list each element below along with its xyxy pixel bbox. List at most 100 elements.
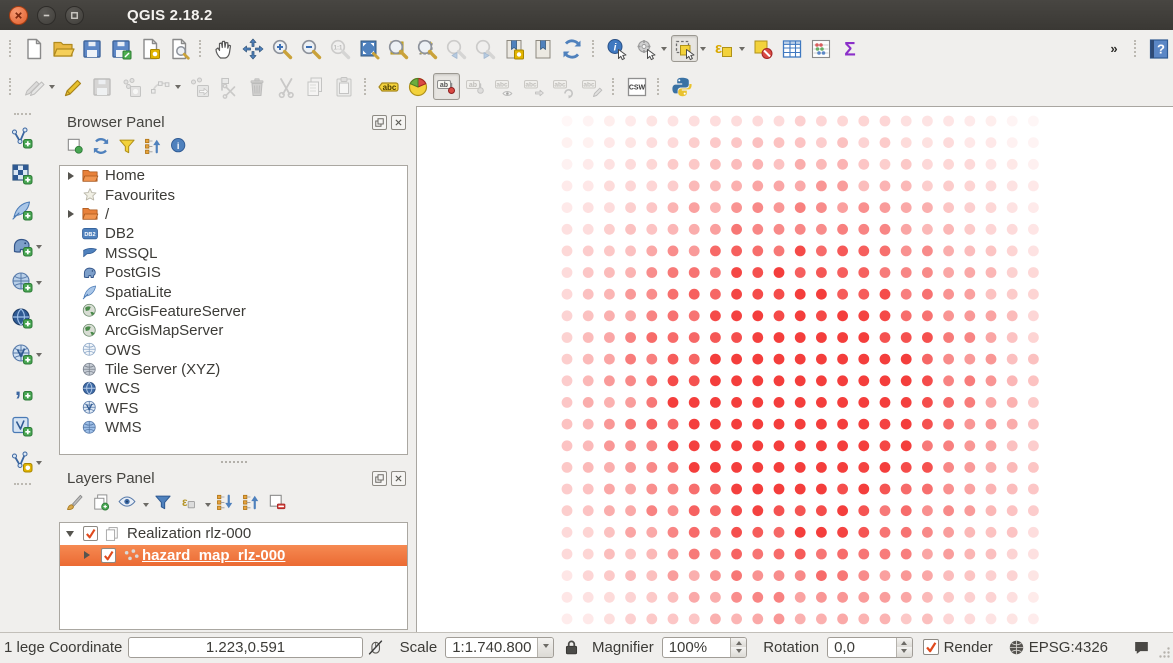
refresh-browser-button[interactable]	[91, 136, 115, 160]
deselect-all-button[interactable]	[749, 35, 776, 62]
browser-item-[interactable]: /	[60, 205, 407, 224]
window-close-button[interactable]	[9, 6, 28, 25]
python-console-button[interactable]	[668, 73, 695, 100]
expander-icon[interactable]	[84, 551, 97, 559]
toolbar-handle[interactable]	[14, 113, 31, 117]
resize-grip[interactable]	[1158, 646, 1171, 659]
show-bookmarks-button[interactable]	[529, 35, 556, 62]
new-layer-dropdown[interactable]	[36, 461, 42, 468]
pan-to-selection-button[interactable]	[239, 35, 266, 62]
pin-labels-button[interactable]: ab	[433, 73, 460, 100]
layer-labeling-button[interactable]: abc	[375, 73, 402, 100]
composer-manager-button[interactable]	[165, 35, 192, 62]
filter-by-expression-dropdown[interactable]	[205, 503, 211, 510]
new-layer-button[interactable]	[8, 449, 35, 476]
add-wcs-layer-button[interactable]	[8, 305, 35, 332]
browser-item-db2[interactable]: DB2DB2	[60, 224, 407, 243]
coordinate-input[interactable]	[128, 637, 362, 658]
refresh-button[interactable]	[558, 35, 585, 62]
browser-item-mssql[interactable]: MSSQL	[60, 244, 407, 263]
expander-icon[interactable]	[68, 172, 81, 180]
select-by-expression-button[interactable]: ε	[710, 35, 737, 62]
metasearch-csw-button[interactable]: CSW	[623, 73, 650, 100]
select-features-button[interactable]	[671, 35, 698, 62]
add-delimited-text-layer-button[interactable]: ,	[8, 377, 35, 404]
crs-status-icon[interactable]	[1007, 638, 1026, 657]
layers-panel-float-button[interactable]	[372, 471, 387, 486]
layer-row-hazard-map[interactable]: hazard_map_rlz-000	[60, 545, 407, 567]
layer-visibility-checkbox[interactable]	[101, 548, 116, 563]
zoom-to-layer-button[interactable]	[384, 35, 411, 62]
node-tool-dropdown[interactable]	[175, 85, 181, 92]
add-raster-layer-button[interactable]	[8, 161, 35, 188]
window-minimize-button[interactable]	[37, 6, 56, 25]
toolbar-handle[interactable]	[364, 78, 368, 95]
manage-visibility-dropdown[interactable]	[143, 503, 149, 510]
magnifier-up-button[interactable]	[731, 638, 746, 648]
lock-scale-icon[interactable]	[562, 638, 581, 657]
collapse-all-button[interactable]	[241, 492, 265, 516]
add-spatialite-layer-button[interactable]	[8, 197, 35, 224]
layer-diagram-button[interactable]	[404, 73, 431, 100]
rotation-down-button[interactable]	[897, 647, 912, 657]
properties-widget-button[interactable]: i	[169, 136, 193, 160]
magnifier-down-button[interactable]	[731, 647, 746, 657]
toolbar-overflow-button[interactable]: »	[1100, 35, 1127, 62]
new-shapefile-layer-button[interactable]	[8, 413, 35, 440]
mouse-tracking-icon[interactable]	[366, 638, 385, 657]
add-group-button[interactable]	[91, 492, 115, 516]
browser-item-arcgismapserver[interactable]: ArcGisMapServer	[60, 321, 407, 340]
open-attribute-table-button[interactable]	[778, 35, 805, 62]
statistical-summary-button[interactable]	[807, 35, 834, 62]
new-print-composer-button[interactable]	[136, 35, 163, 62]
browser-item-ows[interactable]: OWS	[60, 341, 407, 360]
save-project-as-button[interactable]	[107, 35, 134, 62]
collapse-all-browser-button[interactable]	[143, 136, 167, 160]
zoom-full-button[interactable]	[355, 35, 382, 62]
map-canvas[interactable]	[416, 106, 1173, 633]
manage-visibility-button[interactable]	[117, 492, 141, 516]
browser-item-wfs[interactable]: WFS	[60, 399, 407, 418]
toolbar-handle[interactable]	[1134, 40, 1138, 57]
select-features-dropdown[interactable]	[700, 47, 706, 54]
browser-panel-close-button[interactable]	[391, 115, 406, 130]
rotation-spinbox[interactable]: 0,0	[827, 637, 913, 658]
open-project-button[interactable]	[49, 35, 76, 62]
add-vector-layer-button[interactable]	[8, 125, 35, 152]
toolbar-handle[interactable]	[9, 78, 13, 95]
browser-item-wms[interactable]: WMS	[60, 418, 407, 437]
browser-item-spatialite[interactable]: SpatiaLite	[60, 282, 407, 301]
add-wfs-layer-button[interactable]	[8, 341, 35, 368]
browser-item-postgis[interactable]: PostGIS	[60, 263, 407, 282]
message-log-icon[interactable]	[1132, 638, 1151, 657]
add-wfs-layer-dropdown[interactable]	[36, 353, 42, 360]
group-visibility-checkbox[interactable]	[83, 526, 98, 541]
browser-item-wcs[interactable]: WCS	[60, 379, 407, 398]
scale-combobox[interactable]: 1:1.740.800	[445, 637, 554, 658]
open-layer-styling-button[interactable]	[65, 492, 89, 516]
run-feature-action-dropdown[interactable]	[661, 47, 667, 54]
add-selected-layers-button[interactable]	[65, 136, 89, 160]
filter-browser-button[interactable]	[117, 136, 141, 160]
browser-item-home[interactable]: Home	[60, 166, 407, 185]
toolbar-handle[interactable]	[199, 40, 203, 57]
browser-item-favourites[interactable]: Favourites	[60, 185, 407, 204]
add-wms-layer-dropdown[interactable]	[36, 281, 42, 288]
show-sum-button[interactable]: Σ	[836, 35, 863, 62]
zoom-in-button[interactable]	[268, 35, 295, 62]
expander-icon[interactable]	[66, 531, 79, 537]
expand-all-button[interactable]	[215, 492, 239, 516]
browser-panel-float-button[interactable]	[372, 115, 387, 130]
new-bookmark-button[interactable]	[500, 35, 527, 62]
help-contents-button[interactable]: ?	[1145, 35, 1172, 62]
browser-item-tile-server-xyz[interactable]: Tile Server (XYZ)	[60, 360, 407, 379]
rotation-up-button[interactable]	[897, 638, 912, 648]
magnifier-spinbox[interactable]: 100%	[662, 637, 748, 658]
toolbar-handle[interactable]	[612, 78, 616, 95]
add-wms-layer-button[interactable]	[8, 269, 35, 296]
toolbar-handle[interactable]	[9, 40, 13, 57]
current-edits-dropdown[interactable]	[49, 85, 55, 92]
expander-icon[interactable]	[68, 210, 81, 218]
toolbar-handle[interactable]	[657, 78, 661, 95]
add-postgis-layer-dropdown[interactable]	[36, 245, 42, 252]
